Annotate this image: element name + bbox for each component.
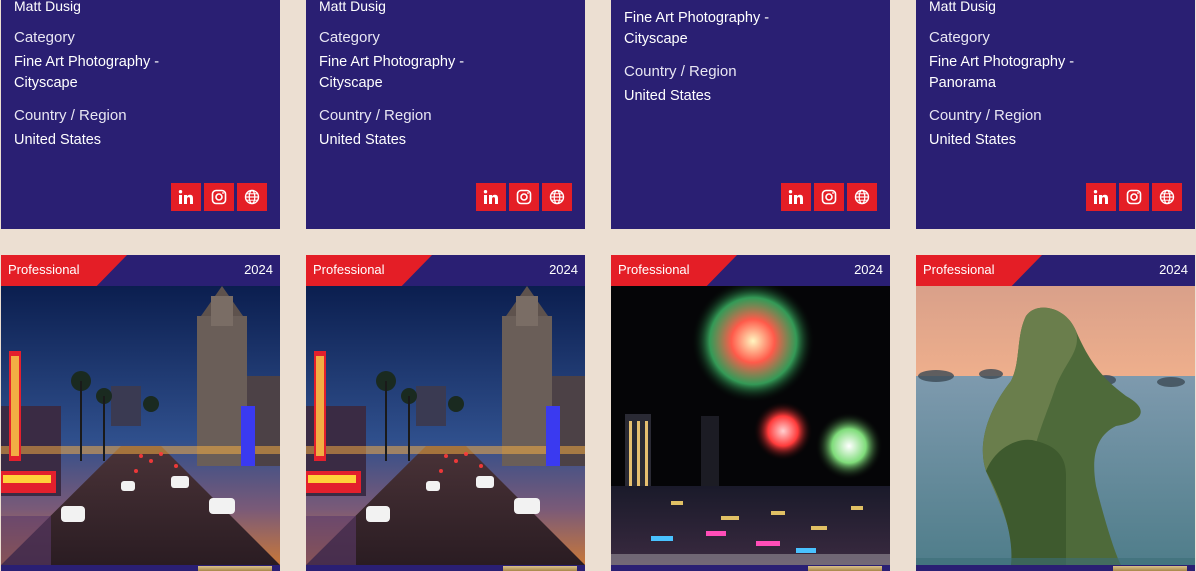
gold-tab [503,566,577,571]
award-photo-card[interactable]: Professional 2024 [1,255,280,571]
photographer-name[interactable]: Matt Dusig [14,0,81,14]
badge-label: Professional [618,262,690,277]
award-photo-card[interactable]: Professional 2024 [611,255,890,571]
card-footer [611,565,890,571]
card-header: Professional 2024 [916,255,1195,286]
country-label: Country / Region [624,63,737,80]
instagram-icon[interactable] [1119,183,1149,211]
badge-label: Professional [8,262,80,277]
instagram-icon[interactable] [509,183,539,211]
badge-label: Professional [923,262,995,277]
photographer-name[interactable]: Matt Dusig [319,0,386,14]
globe-icon[interactable] [1152,183,1182,211]
professional-ribbon: Professional [916,255,1042,286]
card-footer [306,565,585,571]
card-footer [1,565,280,571]
photo-thumbnail[interactable] [1,286,280,565]
country-label: Country / Region [319,107,432,124]
instagram-icon[interactable] [814,183,844,211]
award-year: 2024 [549,262,578,277]
linkedin-icon[interactable] [171,183,201,211]
photographer-info-card: Matt Dusig Category Fine Art Photography… [306,0,585,229]
photo-thumbnail[interactable] [611,286,890,565]
professional-ribbon: Professional [1,255,127,286]
globe-icon[interactable] [847,183,877,211]
category-value-2: Cityscape [624,31,688,47]
photographer-name[interactable]: Matt Dusig [929,0,996,14]
photo-thumbnail[interactable] [916,286,1195,565]
country-value: United States [929,132,1017,148]
social-links [476,183,572,211]
badge-label: Professional [313,262,385,277]
globe-icon[interactable] [237,183,267,211]
linkedin-icon[interactable] [476,183,506,211]
linkedin-icon[interactable] [781,183,811,211]
category-value-2: Cityscape [319,75,383,91]
photographer-info-card: Matt Dusig Category Fine Art Photography… [916,0,1195,229]
card-header: Professional 2024 [306,255,585,286]
category-label: Category [14,29,75,46]
gold-tab [198,566,272,571]
photographer-info-card: Fine Art Photography - Cityscape Country… [611,0,890,229]
social-links [1086,183,1182,211]
category-value: Fine Art Photography - [624,10,770,26]
country-value: United States [319,132,407,148]
award-year: 2024 [1159,262,1188,277]
photo-thumbnail[interactable] [306,286,585,565]
award-photo-card[interactable]: Professional 2024 [306,255,585,571]
instagram-icon[interactable] [204,183,234,211]
country-value: United States [624,88,712,104]
country-value: United States [14,132,102,148]
category-value-2: Panorama [929,75,996,91]
card-header: Professional 2024 [611,255,890,286]
card-footer [916,565,1195,571]
card-header: Professional 2024 [1,255,280,286]
award-year: 2024 [854,262,883,277]
category-value: Fine Art Photography - [14,54,160,70]
country-label: Country / Region [929,107,1042,124]
gold-tab [1113,566,1187,571]
category-value: Fine Art Photography - [319,54,465,70]
country-label: Country / Region [14,107,127,124]
award-year: 2024 [244,262,273,277]
social-links [781,183,877,211]
gold-tab [808,566,882,571]
category-value: Fine Art Photography - [929,54,1075,70]
award-photo-card[interactable]: Professional 2024 [916,255,1195,571]
linkedin-icon[interactable] [1086,183,1116,211]
photographer-info-card: Matt Dusig Category Fine Art Photography… [1,0,280,229]
category-value-2: Cityscape [14,75,78,91]
globe-icon[interactable] [542,183,572,211]
professional-ribbon: Professional [611,255,737,286]
category-label: Category [319,29,380,46]
professional-ribbon: Professional [306,255,432,286]
category-label: Category [929,29,990,46]
social-links [171,183,267,211]
